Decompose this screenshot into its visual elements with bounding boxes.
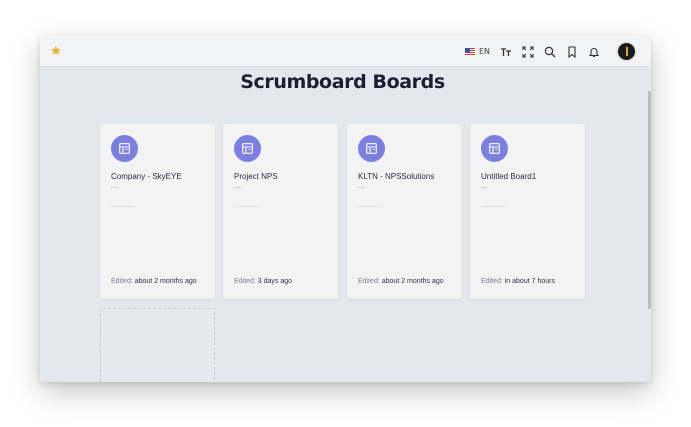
- board-description: ...: [481, 183, 489, 190]
- board-icon: [358, 135, 385, 162]
- edited-label: Edited:: [358, 278, 380, 285]
- board-edited: Edited: in about 7 hours: [481, 278, 555, 285]
- add-board-card[interactable]: [100, 308, 215, 382]
- board-edited: Edited: 3 days ago: [234, 278, 292, 285]
- board-card[interactable]: Untitled Board1 ... Edited: in about 7 h…: [470, 124, 585, 299]
- divider: [481, 206, 505, 207]
- vertical-scrollbar[interactable]: [648, 91, 651, 309]
- board-card[interactable]: Company - SkyEYE ... Edited: about 2 mon…: [100, 124, 215, 299]
- board-title: KLTN - NPSSolutions: [358, 172, 435, 181]
- board-card[interactable]: Project NPS ... Edited: 3 days ago: [223, 124, 338, 299]
- board-description: ...: [111, 183, 119, 190]
- board-title: Untitled Board1: [481, 172, 537, 181]
- board-icon: [481, 135, 508, 162]
- board-description: ...: [358, 183, 366, 190]
- fullscreen-icon[interactable]: [522, 45, 534, 58]
- text-size-icon[interactable]: [500, 46, 512, 58]
- board-edited: Edited: about 2 months ago: [358, 278, 444, 285]
- toolbar-actions: EN: [464, 40, 637, 63]
- board-description: ...: [234, 183, 242, 190]
- board-icon: [111, 135, 138, 162]
- edited-label: Edited:: [111, 278, 133, 285]
- divider: [111, 206, 135, 207]
- page-title: Scrumboard Boards: [240, 71, 445, 93]
- language-code: EN: [478, 47, 490, 56]
- board-edited: Edited: about 2 months ago: [111, 278, 197, 285]
- edited-label: Edited:: [481, 278, 503, 285]
- avatar[interactable]: [616, 41, 637, 62]
- edited-value: in about 7 hours: [504, 278, 555, 285]
- language-selector[interactable]: EN: [464, 47, 490, 56]
- top-toolbar: ★ EN: [40, 36, 651, 67]
- bell-icon[interactable]: [588, 46, 600, 58]
- board-title: Project NPS: [234, 172, 278, 181]
- divider: [358, 206, 382, 207]
- edited-label: Edited:: [234, 278, 256, 285]
- search-icon[interactable]: [544, 46, 556, 58]
- board-card[interactable]: KLTN - NPSSolutions ... Edited: about 2 …: [347, 124, 462, 299]
- app-window: ★ EN Scrumboard Boards Company - SkyEYE …: [40, 36, 651, 382]
- edited-value: 3 days ago: [257, 278, 292, 285]
- edited-value: about 2 months ago: [381, 278, 444, 285]
- divider: [234, 206, 258, 207]
- flag-us-icon: [464, 48, 475, 55]
- bookmark-icon[interactable]: [566, 45, 578, 58]
- star-icon[interactable]: ★: [50, 43, 62, 59]
- edited-value: about 2 months ago: [134, 278, 197, 285]
- board-icon: [234, 135, 261, 162]
- board-title: Company - SkyEYE: [111, 172, 182, 181]
